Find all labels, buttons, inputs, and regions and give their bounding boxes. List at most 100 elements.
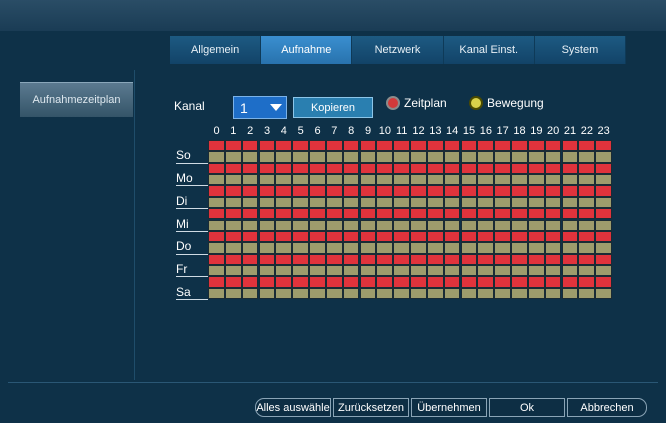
- schedule-cell-bewegung[interactable]: [342, 151, 360, 163]
- schedule-cell-zeitplan[interactable]: [410, 185, 427, 197]
- schedule-cell-zeitplan[interactable]: [325, 185, 343, 197]
- tab-netzwerk[interactable]: Netzwerk: [352, 36, 444, 64]
- schedule-cell-zeitplan[interactable]: [241, 230, 259, 243]
- schedule-cell-zeitplan[interactable]: [275, 230, 293, 243]
- schedule-cell-zeitplan[interactable]: [258, 208, 276, 220]
- schedule-cell-bewegung[interactable]: [477, 151, 495, 163]
- schedule-cell-bewegung[interactable]: [241, 174, 259, 186]
- schedule-cell-zeitplan[interactable]: [426, 253, 444, 265]
- schedule-cell-bewegung[interactable]: [561, 287, 579, 299]
- schedule-cell-zeitplan[interactable]: [443, 208, 461, 220]
- schedule-cell-zeitplan[interactable]: [595, 208, 612, 220]
- schedule-cell-zeitplan[interactable]: [224, 208, 242, 220]
- schedule-cell-zeitplan[interactable]: [393, 185, 410, 197]
- schedule-cell-bewegung[interactable]: [309, 196, 326, 209]
- schedule-cell-bewegung[interactable]: [426, 287, 444, 299]
- schedule-cell-bewegung[interactable]: [460, 174, 478, 186]
- schedule-cell-zeitplan[interactable]: [275, 276, 293, 288]
- schedule-cell-bewegung[interactable]: [460, 151, 478, 163]
- schedule-cell-bewegung[interactable]: [309, 287, 326, 299]
- schedule-cell-zeitplan[interactable]: [410, 276, 427, 288]
- schedule-cell-bewegung[interactable]: [426, 174, 444, 186]
- schedule-cell-bewegung[interactable]: [224, 264, 242, 277]
- schedule-cell-bewegung[interactable]: [275, 242, 293, 254]
- schedule-cell-zeitplan[interactable]: [359, 162, 377, 175]
- schedule-cell-bewegung[interactable]: [511, 242, 528, 254]
- tab-system[interactable]: System: [534, 36, 627, 64]
- schedule-cell-bewegung[interactable]: [561, 219, 579, 231]
- schedule-cell-bewegung[interactable]: [275, 264, 293, 277]
- schedule-cell-zeitplan[interactable]: [595, 140, 612, 152]
- schedule-cell-zeitplan[interactable]: [292, 208, 309, 220]
- ok-button[interactable]: Ok: [489, 398, 565, 417]
- schedule-cell-bewegung[interactable]: [275, 151, 293, 163]
- schedule-cell-bewegung[interactable]: [309, 151, 326, 163]
- schedule-cell-bewegung[interactable]: [208, 287, 225, 299]
- schedule-cell-bewegung[interactable]: [426, 242, 444, 254]
- schedule-cell-zeitplan[interactable]: [275, 162, 293, 175]
- schedule-cell-bewegung[interactable]: [325, 264, 343, 277]
- schedule-cell-bewegung[interactable]: [460, 242, 478, 254]
- schedule-cell-zeitplan[interactable]: [208, 208, 225, 220]
- schedule-cell-bewegung[interactable]: [578, 151, 596, 163]
- schedule-cell-zeitplan[interactable]: [359, 185, 377, 197]
- schedule-cell-bewegung[interactable]: [359, 264, 377, 277]
- schedule-cell-zeitplan[interactable]: [292, 230, 309, 243]
- schedule-cell-zeitplan[interactable]: [342, 208, 360, 220]
- schedule-cell-zeitplan[interactable]: [342, 162, 360, 175]
- schedule-cell-bewegung[interactable]: [443, 219, 461, 231]
- schedule-cell-bewegung[interactable]: [494, 219, 511, 231]
- schedule-cell-zeitplan[interactable]: [477, 162, 495, 175]
- schedule-cell-zeitplan[interactable]: [309, 140, 326, 152]
- schedule-cell-zeitplan[interactable]: [595, 253, 612, 265]
- schedule-cell-zeitplan[interactable]: [309, 208, 326, 220]
- schedule-cell-bewegung[interactable]: [359, 196, 377, 209]
- schedule-cell-bewegung[interactable]: [208, 151, 225, 163]
- schedule-cell-zeitplan[interactable]: [561, 185, 579, 197]
- schedule-cell-bewegung[interactable]: [443, 151, 461, 163]
- schedule-cell-bewegung[interactable]: [477, 242, 495, 254]
- schedule-cell-bewegung[interactable]: [426, 264, 444, 277]
- schedule-cell-bewegung[interactable]: [292, 151, 309, 163]
- schedule-cell-bewegung[interactable]: [410, 174, 427, 186]
- schedule-cell-bewegung[interactable]: [292, 174, 309, 186]
- schedule-cell-bewegung[interactable]: [578, 219, 596, 231]
- schedule-cell-bewegung[interactable]: [258, 196, 276, 209]
- schedule-cell-bewegung[interactable]: [325, 174, 343, 186]
- schedule-cell-zeitplan[interactable]: [460, 162, 478, 175]
- schedule-cell-bewegung[interactable]: [359, 151, 377, 163]
- schedule-cell-zeitplan[interactable]: [561, 230, 579, 243]
- schedule-cell-bewegung[interactable]: [309, 242, 326, 254]
- schedule-cell-zeitplan[interactable]: [426, 140, 444, 152]
- schedule-cell-bewegung[interactable]: [224, 287, 242, 299]
- schedule-cell-zeitplan[interactable]: [325, 253, 343, 265]
- schedule-cell-zeitplan[interactable]: [477, 185, 495, 197]
- schedule-cell-bewegung[interactable]: [460, 287, 478, 299]
- schedule-cell-zeitplan[interactable]: [292, 162, 309, 175]
- schedule-cell-bewegung[interactable]: [224, 174, 242, 186]
- schedule-cell-zeitplan[interactable]: [410, 140, 427, 152]
- schedule-cell-zeitplan[interactable]: [494, 140, 511, 152]
- schedule-cell-zeitplan[interactable]: [208, 162, 225, 175]
- schedule-cell-bewegung[interactable]: [342, 287, 360, 299]
- schedule-cell-zeitplan[interactable]: [494, 208, 511, 220]
- schedule-cell-bewegung[interactable]: [477, 196, 495, 209]
- schedule-cell-bewegung[interactable]: [561, 174, 579, 186]
- schedule-cell-zeitplan[interactable]: [595, 230, 612, 243]
- schedule-cell-zeitplan[interactable]: [460, 276, 478, 288]
- schedule-cell-bewegung[interactable]: [376, 219, 394, 231]
- schedule-cell-zeitplan[interactable]: [309, 162, 326, 175]
- schedule-cell-bewegung[interactable]: [595, 287, 612, 299]
- schedule-cell-zeitplan[interactable]: [241, 162, 259, 175]
- schedule-cell-bewegung[interactable]: [460, 264, 478, 277]
- schedule-cell-bewegung[interactable]: [527, 196, 545, 209]
- schedule-cell-bewegung[interactable]: [410, 151, 427, 163]
- schedule-cell-zeitplan[interactable]: [224, 162, 242, 175]
- schedule-cell-bewegung[interactable]: [477, 287, 495, 299]
- schedule-cell-bewegung[interactable]: [376, 174, 394, 186]
- schedule-cell-zeitplan[interactable]: [258, 276, 276, 288]
- schedule-cell-zeitplan[interactable]: [527, 162, 545, 175]
- schedule-cell-zeitplan[interactable]: [224, 185, 242, 197]
- schedule-cell-bewegung[interactable]: [595, 151, 612, 163]
- schedule-cell-zeitplan[interactable]: [292, 276, 309, 288]
